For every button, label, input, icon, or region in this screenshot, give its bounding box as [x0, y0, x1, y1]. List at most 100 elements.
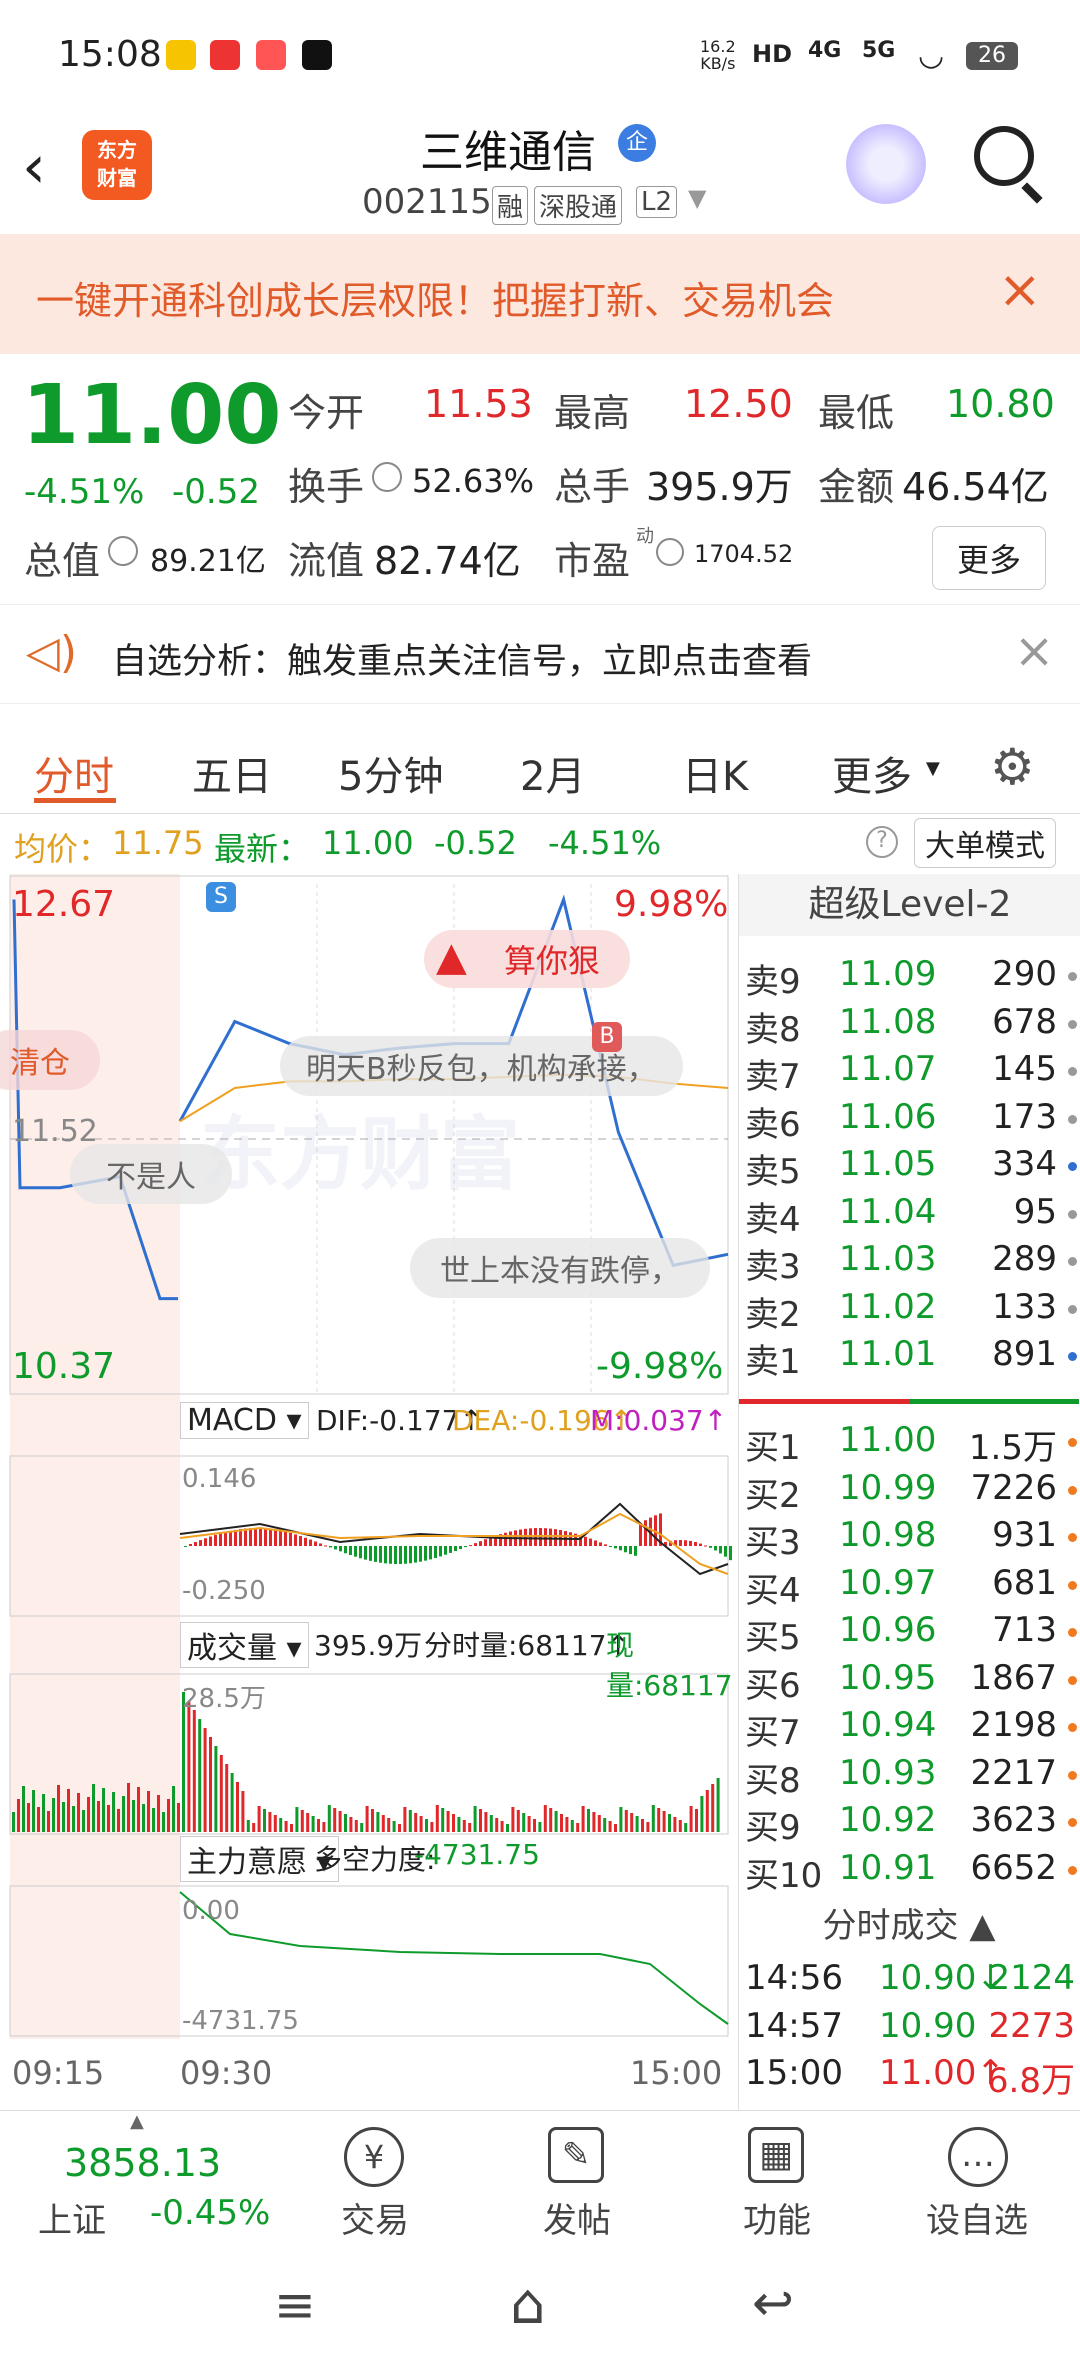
trade-row[interactable]: 14:57 10.90 2273 — [739, 2006, 1079, 2054]
bid-row[interactable]: 买7 10.94 2198 — [739, 1705, 1079, 1753]
info-icon[interactable] — [372, 462, 402, 492]
macd-bar — [449, 1546, 452, 1553]
add-watchlist-button[interactable]: 设自选 — [912, 2193, 1042, 2242]
dropdown-icon[interactable]: ▼ — [688, 184, 706, 212]
buy-marker-icon[interactable]: B — [592, 1022, 622, 1052]
turnover-label: 换手 — [288, 465, 365, 509]
trade-icon[interactable]: ¥ — [344, 2127, 404, 2187]
trades-header[interactable]: 分时成交 ▲ — [739, 1898, 1079, 1947]
function-icon[interactable]: ▦ — [748, 2127, 804, 2183]
post-icon[interactable]: ✎ — [548, 2127, 604, 2183]
volume-bar — [268, 1812, 272, 1832]
trade-button[interactable]: 交易 — [310, 2193, 440, 2242]
macd-bar — [689, 1540, 692, 1546]
volume-bar — [533, 1819, 536, 1832]
auction-volume-bar — [42, 1794, 45, 1832]
ask-row[interactable]: 卖3 11.03 289 — [739, 1239, 1079, 1287]
ask-row[interactable]: 卖6 11.06 173 — [739, 1097, 1079, 1145]
big-order-mode-button[interactable]: 大单模式 — [914, 818, 1056, 868]
macd-selector[interactable]: MACD ▾ — [180, 1402, 309, 1439]
macd-bar — [444, 1546, 447, 1555]
add-watchlist-icon[interactable]: … — [948, 2127, 1008, 2187]
pe-sup: 动 — [636, 526, 654, 547]
info-icon[interactable] — [108, 536, 138, 566]
alert-text: 自选分析：触发重点关注信号，立即点击查看 — [112, 642, 813, 682]
close-icon[interactable]: × — [1014, 623, 1054, 679]
back-icon[interactable]: ‹ — [22, 132, 46, 202]
volume-bar — [489, 1815, 493, 1832]
macd-bar — [319, 1543, 322, 1546]
auction-volume-bar — [62, 1802, 65, 1832]
macd-bar — [434, 1546, 437, 1558]
gear-icon[interactable]: ⚙ — [990, 738, 1035, 796]
volume-bar — [614, 1824, 617, 1832]
auction-volume-bar — [82, 1810, 85, 1832]
tab-intraday[interactable]: 分时 — [34, 744, 114, 802]
tab-month[interactable]: 2月 — [520, 744, 585, 802]
ask-row[interactable]: 卖1 11.01 891 — [739, 1334, 1079, 1382]
tab-5min[interactable]: 5分钟 — [338, 744, 443, 802]
level2-header[interactable]: 超级Level-2 — [739, 874, 1080, 936]
app-logo-text: 东方财富 — [97, 138, 137, 190]
bid-row[interactable]: 买5 10.96 713 — [739, 1610, 1079, 1658]
tab-more[interactable]: 更多 — [832, 744, 912, 802]
more-button[interactable]: 更多 — [932, 526, 1047, 590]
order-dot-icon — [1068, 1675, 1077, 1685]
comment-bubble[interactable]: 不是人 — [70, 1144, 232, 1204]
order-dot-icon — [1068, 1019, 1077, 1029]
tab-active-indicator — [34, 798, 116, 803]
ask-row[interactable]: 卖2 11.02 133 — [739, 1287, 1079, 1335]
macd-bar — [199, 1540, 202, 1546]
volume-bar — [333, 1808, 337, 1832]
robot-avatar[interactable] — [846, 124, 926, 204]
bid-row[interactable]: 买1 11.00 1.5万 — [739, 1420, 1079, 1468]
ask-row[interactable]: 卖7 11.07 145 — [739, 1049, 1079, 1097]
comment-bubble[interactable]: 世上本没有跌停， — [410, 1238, 710, 1298]
trade-row[interactable]: 14:56 10.90↓ 2124 — [739, 1958, 1079, 2006]
bid-row[interactable]: 买4 10.97 681 — [739, 1563, 1079, 1611]
bid-row[interactable]: 买6 10.95 1867 — [739, 1658, 1079, 1706]
back-nav-icon[interactable]: ↩ — [752, 2274, 794, 2332]
close-icon[interactable]: × — [998, 260, 1042, 320]
menu-icon[interactable]: ≡ — [274, 2276, 316, 2334]
home-icon[interactable]: ⌂ — [510, 2272, 546, 2337]
intraday-chart-area[interactable]: 12.67 10.37 9.98% -9.98% 11.52 东方财富 清仓 明… — [0, 874, 738, 2110]
order-dot-icon — [1068, 1438, 1077, 1447]
ask-row[interactable]: 卖9 11.09 290 — [739, 954, 1079, 1002]
function-button[interactable]: 功能 — [712, 2193, 842, 2242]
order-dot-icon — [1068, 1533, 1077, 1542]
volume-bar — [651, 1805, 655, 1832]
stock-name[interactable]: 三维通信 — [420, 116, 596, 180]
sell-marker-icon[interactable]: S — [206, 882, 236, 912]
bid-row[interactable]: 买8 10.93 2217 — [739, 1753, 1079, 1801]
bid-row[interactable]: 买3 10.98 931 — [739, 1515, 1079, 1563]
info-icon[interactable] — [656, 538, 684, 566]
tab-daily[interactable]: 日K — [682, 744, 748, 802]
bid-row[interactable]: 买10 10.91 6652 — [739, 1848, 1079, 1896]
trade-row[interactable]: 15:00 11.00↑ 6.8万 — [739, 2053, 1079, 2101]
tab-5day[interactable]: 五日 — [192, 744, 272, 802]
volume-bar — [506, 1824, 509, 1832]
post-button[interactable]: 发帖 — [512, 2193, 642, 2242]
auction-volume-bar — [177, 1803, 180, 1832]
macd-bar — [329, 1546, 332, 1548]
bid-row[interactable]: 买2 10.99 7226 — [739, 1468, 1079, 1516]
analysis-alert[interactable]: ◁) 自选分析：触发重点关注信号，立即点击查看 × — [0, 604, 1080, 704]
comment-bubble[interactable]: 明天B秒反包，机构承接， — [280, 1036, 683, 1096]
ask-row[interactable]: 卖4 11.04 95 — [739, 1192, 1079, 1240]
auction-volume-bar — [27, 1803, 30, 1832]
search-icon[interactable] — [974, 126, 1034, 186]
comment-bubble[interactable]: 清仓 — [0, 1030, 100, 1090]
volume-selector[interactable]: 成交量 ▾ — [180, 1622, 309, 1668]
last-value: 11.00 — [322, 824, 414, 862]
macd-bar — [529, 1528, 532, 1546]
ask-price: 11.09 — [839, 954, 937, 994]
help-icon[interactable]: ? — [866, 826, 898, 858]
ask-row[interactable]: 卖8 11.08 678 — [739, 1002, 1079, 1050]
volume-bar — [522, 1813, 526, 1832]
index-value[interactable]: 3858.13 — [64, 2141, 221, 2185]
comment-text: 清仓 — [10, 1046, 70, 1081]
bid-row[interactable]: 买9 10.92 3623 — [739, 1800, 1079, 1848]
promo-banner[interactable]: 一键开通科创成长层权限！把握打新、交易机会 × — [0, 234, 1080, 354]
ask-row[interactable]: 卖5 11.05 334 — [739, 1144, 1079, 1192]
